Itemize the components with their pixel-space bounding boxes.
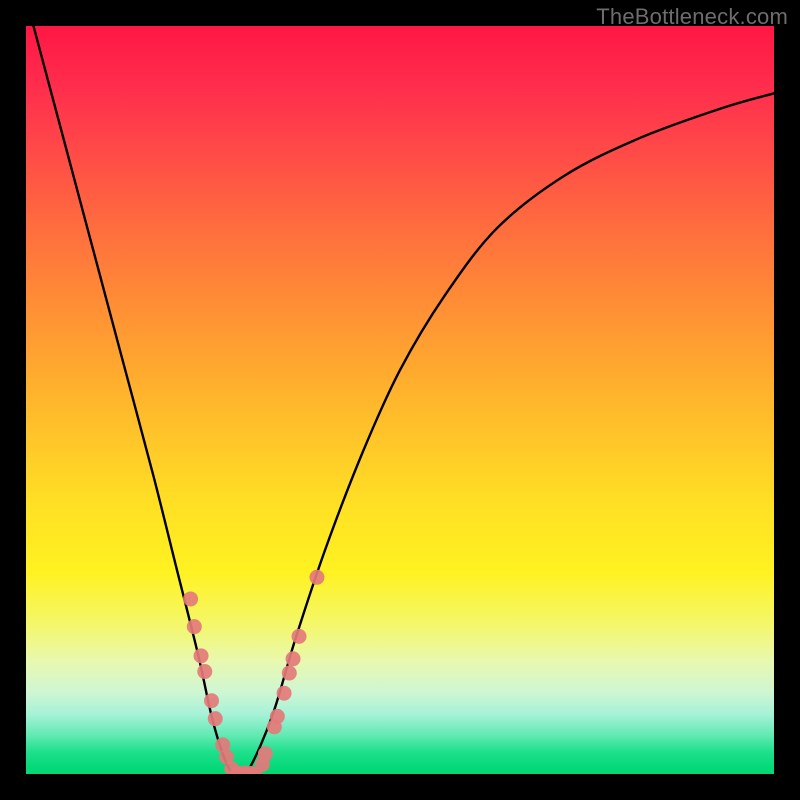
data-marker [187, 619, 202, 634]
data-marker [194, 648, 209, 663]
data-markers [183, 570, 324, 774]
bottleneck-curve-path [33, 26, 774, 774]
data-marker [277, 686, 292, 701]
data-marker [183, 591, 198, 606]
data-marker [197, 664, 212, 679]
data-marker [286, 651, 301, 666]
chart-frame [26, 26, 774, 774]
data-marker [309, 570, 324, 585]
data-marker [282, 666, 297, 681]
chart-svg [26, 26, 774, 774]
data-marker [208, 711, 223, 726]
data-marker [270, 709, 285, 724]
data-marker [204, 693, 219, 708]
data-marker [258, 746, 273, 761]
data-marker [292, 629, 307, 644]
